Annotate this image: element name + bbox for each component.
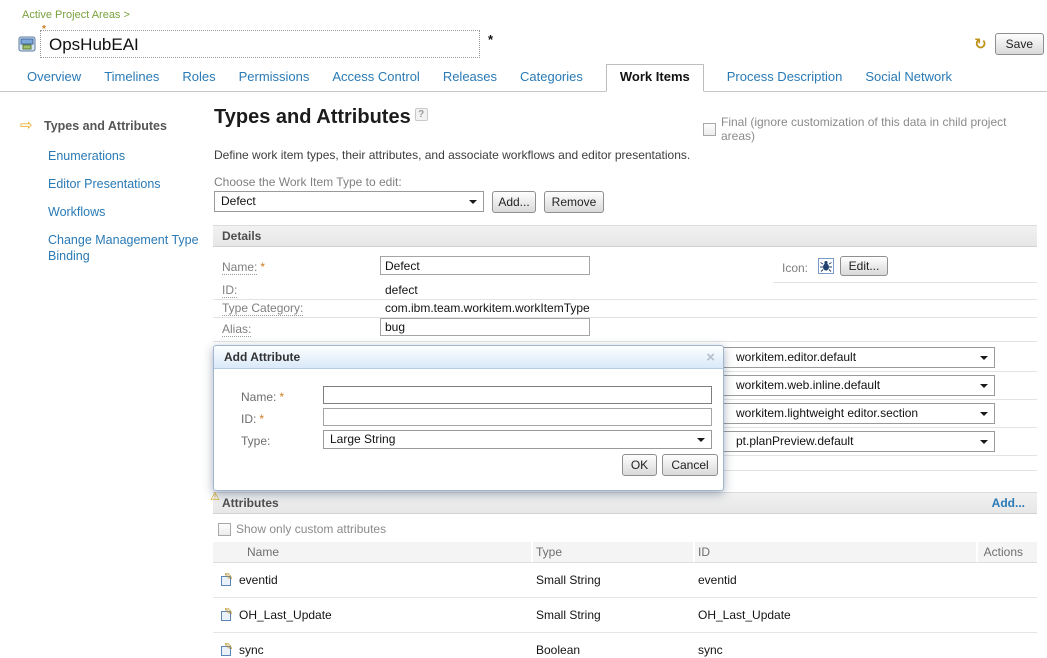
id-value: defect <box>385 283 418 297</box>
name-label: Name:* <box>222 260 265 274</box>
dialog-type-label: Type: <box>241 434 270 448</box>
row-divider <box>773 282 1037 283</box>
project-area-icon <box>18 35 36 52</box>
attribute-icon: ✎ <box>221 609 235 622</box>
tab-access-control[interactable]: Access Control <box>332 65 419 91</box>
attribute-icon: ✎ <box>221 574 235 587</box>
dialog-name-input[interactable] <box>323 386 712 404</box>
alias-input[interactable] <box>380 318 590 336</box>
tab-social-network[interactable]: Social Network <box>865 65 952 91</box>
show-custom-attributes-checkbox[interactable] <box>218 523 231 536</box>
row-divider <box>213 341 1037 342</box>
type-category-value: com.ibm.team.workitem.workItemType <box>385 301 590 315</box>
custom-attributes-filter: Show only custom attributes <box>218 522 386 536</box>
tab-permissions[interactable]: Permissions <box>239 65 310 91</box>
help-icon[interactable]: ? <box>415 108 428 121</box>
add-attribute-link[interactable]: Add... <box>992 493 1025 514</box>
add-type-button[interactable]: Add... <box>492 191 536 213</box>
final-label: Final (ignore customization of this data… <box>721 115 1037 143</box>
choose-type-label: Choose the Work Item Type to edit: <box>214 175 402 189</box>
dialog-type-select[interactable]: Large String <box>323 430 712 449</box>
remove-type-button[interactable]: Remove <box>544 191 604 213</box>
dialog-id-label: ID:* <box>241 412 264 426</box>
tab-work-items[interactable]: Work Items <box>606 64 704 92</box>
tab-roles[interactable]: Roles <box>182 65 215 91</box>
column-header-type: Type <box>533 542 695 563</box>
save-button[interactable]: Save <box>995 33 1044 55</box>
table-row[interactable]: ✎ sync Boolean sync <box>213 633 1037 658</box>
dialog-name-label: Name:* <box>241 390 284 404</box>
sidebar-item-enumerations[interactable]: Enumerations <box>0 148 213 164</box>
tab-timelines[interactable]: Timelines <box>104 65 159 91</box>
sidebar-item-editor-presentations[interactable]: Editor Presentations <box>0 176 213 192</box>
current-section-arrow-icon: ⇨ <box>20 117 33 133</box>
sidebar-item-types-and-attributes[interactable]: ⇨ Types and Attributes <box>0 118 213 134</box>
tab-overview[interactable]: Overview <box>27 65 81 91</box>
final-option: Final (ignore customization of this data… <box>703 115 1037 143</box>
column-header-actions: Actions <box>978 542 1037 563</box>
icon-label: Icon: <box>782 261 808 275</box>
dialog-ok-button[interactable]: OK <box>622 454 657 476</box>
project-area-editor: Active Project Areas > * OpsHubEAI * ↻ S… <box>0 0 1047 658</box>
page-title: Types and Attributes? <box>214 106 428 129</box>
type-name-input[interactable] <box>380 256 590 275</box>
column-header-id: ID <box>695 542 978 563</box>
sidebar-item-workflows[interactable]: Workflows <box>0 204 213 220</box>
row-divider <box>213 317 1037 318</box>
type-category-label: Type Category: <box>222 301 303 315</box>
row-divider <box>213 299 1037 300</box>
attribute-icon: ✎ <box>221 644 235 657</box>
chevron-down-icon <box>980 412 988 416</box>
section-description: Define work item types, their attributes… <box>214 148 690 162</box>
dialog-cancel-button[interactable]: Cancel <box>662 454 718 476</box>
work-item-type-select[interactable]: Defect <box>214 191 484 212</box>
table-row[interactable]: ✎ eventid Small String eventid <box>213 563 1037 598</box>
chevron-down-icon <box>980 384 988 388</box>
chevron-down-icon <box>980 440 988 444</box>
refresh-icon[interactable]: ↻ <box>974 35 987 53</box>
tab-process-description[interactable]: Process Description <box>727 65 843 91</box>
attributes-table-header: Name Type ID Actions <box>213 542 1037 563</box>
dialog-title: Add Attribute × <box>214 346 723 369</box>
id-label: ID: <box>222 283 237 297</box>
chevron-down-icon <box>697 438 705 442</box>
chevron-down-icon <box>469 200 477 204</box>
chevron-down-icon <box>980 356 988 360</box>
final-checkbox[interactable] <box>703 123 716 136</box>
save-area: ↻ Save <box>974 33 1044 55</box>
tab-releases[interactable]: Releases <box>443 65 497 91</box>
sidebar: ⇨ Types and Attributes Enumerations Edit… <box>0 92 213 276</box>
tab-bar: Overview Timelines Roles Permissions Acc… <box>0 64 1047 92</box>
bug-icon <box>818 258 834 274</box>
alias-label: Alias: <box>222 322 251 336</box>
breadcrumb[interactable]: Active Project Areas > <box>22 9 130 21</box>
sidebar-item-change-management-type-binding[interactable]: Change Management Type Binding <box>0 232 213 264</box>
project-name-input[interactable]: OpsHubEAI <box>40 30 480 58</box>
filter-label: Show only custom attributes <box>236 522 386 536</box>
close-icon[interactable]: × <box>706 347 715 369</box>
tab-categories[interactable]: Categories <box>520 65 583 91</box>
table-row[interactable]: ✎ OH_Last_Update Small String OH_Last_Up… <box>213 598 1037 633</box>
unsaved-changes-mark: * <box>488 32 493 47</box>
attributes-section-header: ⚠ Attributes Add... <box>213 492 1037 514</box>
dialog-id-input[interactable] <box>323 408 712 426</box>
details-section-header: Details <box>213 225 1037 247</box>
edit-icon-button[interactable]: Edit... <box>840 256 888 276</box>
add-attribute-dialog: Add Attribute × Name:* ID:* Type: Large … <box>213 345 724 491</box>
column-header-name: Name <box>213 542 533 563</box>
